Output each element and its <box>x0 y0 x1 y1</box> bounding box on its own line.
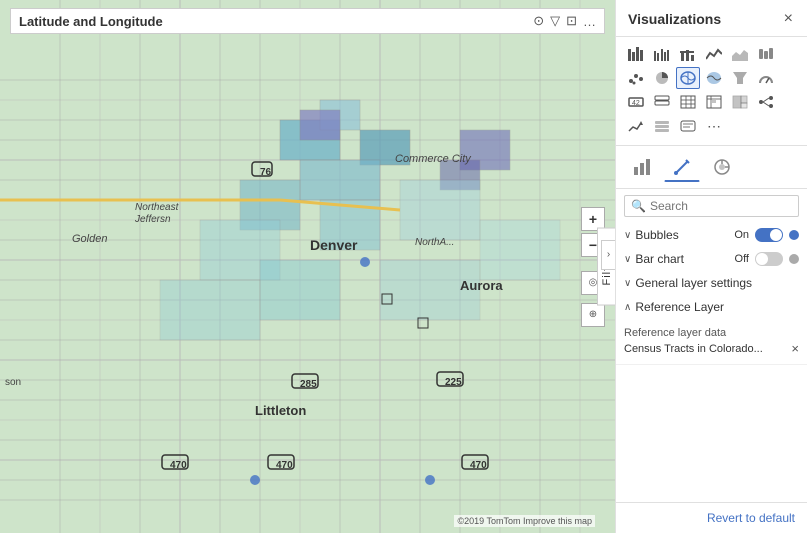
bubbles-chevron: ∨ <box>624 230 631 241</box>
bubbles-color-dot <box>789 230 799 240</box>
bar-chart-value: Off <box>735 253 749 265</box>
multi-row-card-icon[interactable] <box>650 91 674 113</box>
general-layer-label: General layer settings <box>635 276 752 290</box>
svg-text:NorthA...: NorthA... <box>415 237 454 248</box>
build-tab[interactable] <box>624 152 660 182</box>
more-visuals-icon[interactable]: ⋯ <box>702 115 726 137</box>
focus-icon[interactable]: ⊙ <box>533 13 544 29</box>
bar-chart-color-dot <box>789 254 799 264</box>
bubbles-section-header[interactable]: ∨ Bubbles On <box>616 223 807 247</box>
panel-tab-row <box>616 146 807 189</box>
format-tab[interactable] <box>664 152 700 182</box>
decomp-tree-icon[interactable] <box>754 91 778 113</box>
reference-layer-label: Reference Layer <box>635 300 724 314</box>
reference-layer-remove-button[interactable]: × <box>791 341 799 356</box>
column-chart-icon[interactable] <box>676 43 700 65</box>
icon-row-1 <box>624 43 799 65</box>
map-background: 76 225 285 470 470 470 Golden Northeast … <box>0 0 615 533</box>
visualization-icon-grid: 42 <box>616 37 807 146</box>
bubbles-value: On <box>734 229 749 241</box>
svg-text:Northeast: Northeast <box>135 202 180 213</box>
map-title: Latitude and Longitude <box>19 14 163 29</box>
reference-layer-data-value: Census Tracts in Colorado... <box>624 343 763 355</box>
line-chart-icon[interactable] <box>702 43 726 65</box>
pie-chart-icon[interactable] <box>650 67 674 89</box>
kpi-icon[interactable] <box>624 115 648 137</box>
icon-row-2 <box>624 67 799 89</box>
svg-text:Littleton: Littleton <box>255 403 306 418</box>
panel-title: Visualizations <box>628 11 721 27</box>
visualizations-panel: Visualizations × <box>615 0 807 533</box>
icon-row-3: 42 <box>624 91 799 113</box>
filter-icon[interactable]: ▽ <box>550 13 560 29</box>
expand-icon[interactable]: ⊡ <box>566 13 577 29</box>
svg-text:Golden: Golden <box>72 233 107 245</box>
analytics-tab[interactable] <box>704 152 740 182</box>
icon-row-4: ⋯ <box>624 115 799 137</box>
bar-chart-chevron: ∨ <box>624 254 631 265</box>
reference-layer-chevron: ∧ <box>624 302 631 313</box>
reference-layer-section-header[interactable]: ∧ Reference Layer <box>616 295 807 319</box>
svg-text:Denver: Denver <box>310 237 358 253</box>
bar-chart-toggle[interactable] <box>755 252 783 266</box>
map-icon[interactable] <box>676 67 700 89</box>
map-container: 76 225 285 470 470 470 Golden Northeast … <box>0 0 615 533</box>
panel-close-button[interactable]: × <box>782 10 795 28</box>
bubbles-label: Bubbles <box>635 228 678 242</box>
svg-text:Jeffersn: Jeffersn <box>134 214 171 225</box>
general-layer-section-header[interactable]: ∨ General layer settings <box>616 271 807 295</box>
treemap-icon[interactable] <box>728 91 752 113</box>
panel-header: Visualizations × <box>616 0 807 37</box>
settings-area: ∨ Bubbles On ∨ Bar chart Off <box>616 223 807 502</box>
revert-area: Revert to default <box>616 502 807 533</box>
svg-text:Commerce City: Commerce City <box>395 153 472 165</box>
matrix-icon[interactable] <box>702 91 726 113</box>
slicer-icon[interactable] <box>650 115 674 137</box>
chevron-left-icon: › <box>607 249 610 260</box>
panel-collapse-button[interactable]: › <box>601 240 615 270</box>
bubbles-toggle[interactable] <box>755 228 783 242</box>
filled-map-icon[interactable] <box>702 67 726 89</box>
svg-text:42: 42 <box>632 100 640 107</box>
area-chart-icon[interactable] <box>728 43 752 65</box>
smart-narrative-icon[interactable] <box>676 115 700 137</box>
scatter-chart-icon[interactable] <box>624 67 648 89</box>
bar-chart-section-header[interactable]: ∨ Bar chart Off <box>616 247 807 271</box>
funnel-icon[interactable] <box>728 67 752 89</box>
search-box[interactable]: 🔍 <box>624 195 799 217</box>
svg-text:son: son <box>5 377 21 388</box>
reference-layer-data-label: Reference layer data <box>624 323 799 341</box>
table-icon[interactable] <box>676 91 700 113</box>
map-title-actions: ⊙ ▽ ⊡ … <box>533 13 596 29</box>
general-layer-chevron: ∨ <box>624 278 631 289</box>
search-input[interactable] <box>650 199 792 213</box>
revert-to-default-button[interactable]: Revert to default <box>703 509 799 527</box>
reference-layer-section: ∧ Reference Layer Reference layer data C… <box>616 295 807 365</box>
clustered-bar-icon[interactable] <box>650 43 674 65</box>
location-button[interactable]: ⊕ <box>581 303 605 327</box>
bar-chart-label: Bar chart <box>635 252 684 266</box>
ribbon-chart-icon[interactable] <box>754 43 778 65</box>
gauge-icon[interactable] <box>754 67 778 89</box>
reference-layer-data-row: Census Tracts in Colorado... × <box>624 341 799 356</box>
map-copyright: ©2019 TomTom Improve this map <box>454 515 595 527</box>
more-icon[interactable]: … <box>583 14 596 29</box>
svg-text:Aurora: Aurora <box>460 278 503 293</box>
card-icon[interactable]: 42 <box>624 91 648 113</box>
reference-layer-content: Reference layer data Census Tracts in Co… <box>616 319 807 365</box>
map-title-bar: Latitude and Longitude ⊙ ▽ ⊡ … <box>10 8 605 34</box>
stacked-bar-icon[interactable] <box>624 43 648 65</box>
search-icon: 🔍 <box>631 199 646 213</box>
